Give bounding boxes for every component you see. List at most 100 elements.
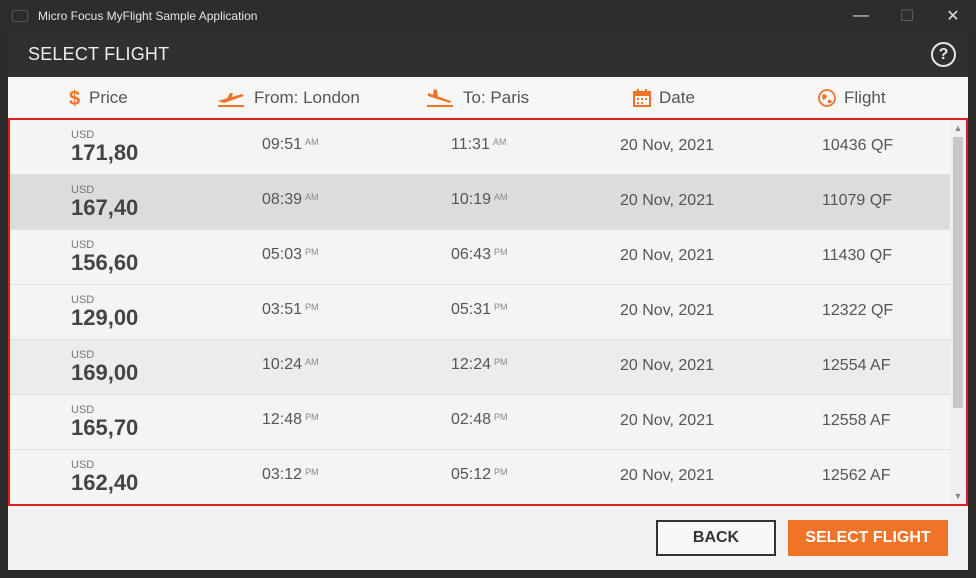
flight-date: 20 Nov, 2021 xyxy=(620,137,714,154)
arrival-time-value: 02:48 xyxy=(451,411,492,428)
scroll-down-icon[interactable]: ▼ xyxy=(950,488,966,504)
dialog-title: SELECT FLIGHT xyxy=(28,44,170,64)
flight-number: 11430 QF xyxy=(822,247,892,264)
column-price: $ Price xyxy=(69,77,128,118)
globe-icon xyxy=(818,88,836,107)
arrival-time-value: 12:24 xyxy=(451,356,492,373)
minimize-button[interactable]: — xyxy=(838,0,884,32)
departure-time-value: 08:39 xyxy=(262,191,303,208)
column-flight: Flight xyxy=(818,77,886,118)
column-from: From: London xyxy=(216,77,360,118)
arrival-time-value: 10:19 xyxy=(451,191,492,208)
flight-row[interactable]: USD 169,00 10:24 AM 12:24 PM 20 Nov, 2021 … xyxy=(10,340,966,395)
column-headers: $ Price From: London To: Paris Date Flig… xyxy=(8,77,968,118)
arrival-ampm: AM xyxy=(492,137,507,147)
departure-time: 05:03 PM xyxy=(262,230,319,285)
plane-landing-icon xyxy=(427,88,453,107)
departure-ampm: PM xyxy=(305,467,319,477)
arrival-time: 05:12 PM xyxy=(451,450,508,504)
flight-date: 20 Nov, 2021 xyxy=(620,247,714,264)
departure-time: 03:51 PM xyxy=(262,285,319,340)
flight-row[interactable]: USD 165,70 12:48 PM 02:48 PM 20 Nov, 2021 … xyxy=(10,395,966,450)
column-flight-label: Flight xyxy=(844,87,886,107)
plane-takeoff-icon xyxy=(218,92,244,107)
maximize-button[interactable]: ☐ xyxy=(884,0,930,32)
column-to-label: To: Paris xyxy=(463,87,530,107)
column-date-label: Date xyxy=(659,87,695,107)
flight-list: USD 171,80 09:51 AM 11:31 AM 20 Nov, 2021 … xyxy=(8,118,968,506)
departure-ampm: PM xyxy=(305,302,319,312)
calendar-icon xyxy=(633,88,651,107)
departure-ampm: AM xyxy=(305,192,319,202)
flight-row[interactable]: USD 129,00 03:51 PM 05:31 PM 20 Nov, 2021 … xyxy=(10,285,966,340)
window-titlebar: Micro Focus MyFlight Sample Application … xyxy=(0,0,976,32)
departure-time: 09:51 AM xyxy=(262,120,319,175)
price-value: 165,70 xyxy=(71,415,139,440)
arrival-ampm: PM xyxy=(494,412,508,422)
departure-time-value: 09:51 xyxy=(262,136,303,153)
departure-time: 12:48 PM xyxy=(262,395,319,450)
list-scrollbar[interactable]: ▲ ▼ xyxy=(950,120,966,504)
arrival-time: 06:43 PM xyxy=(451,230,508,285)
arrival-time: 12:24 PM xyxy=(451,340,508,395)
price-value: 169,00 xyxy=(71,360,139,385)
flight-number: 12558 AF xyxy=(822,412,891,429)
arrival-ampm: PM xyxy=(494,357,508,367)
departure-ampm: PM xyxy=(305,412,319,422)
departure-time: 10:24 AM xyxy=(262,340,319,395)
flight-row[interactable]: USD 171,80 09:51 AM 11:31 AM 20 Nov, 2021 … xyxy=(10,120,966,175)
departure-time: 08:39 AM xyxy=(262,175,319,230)
flight-number: 12322 QF xyxy=(822,302,894,319)
flight-date: 20 Nov, 2021 xyxy=(620,192,714,209)
departure-ampm: AM xyxy=(305,357,319,367)
price-value: 162,40 xyxy=(71,470,139,495)
arrival-ampm: PM xyxy=(494,247,508,257)
arrival-ampm: AM xyxy=(494,192,508,202)
flight-number: 12562 AF xyxy=(822,467,891,484)
app-icon xyxy=(12,10,28,22)
flight-date: 20 Nov, 2021 xyxy=(620,302,714,319)
column-price-label: Price xyxy=(89,87,128,107)
dollar-icon: $ xyxy=(69,88,80,108)
departure-time-value: 03:12 xyxy=(262,466,303,483)
scroll-up-icon[interactable]: ▲ xyxy=(950,120,966,136)
arrival-ampm: PM xyxy=(494,467,508,477)
flight-row[interactable]: USD 162,40 03:12 PM 05:12 PM 20 Nov, 2021 … xyxy=(10,450,966,504)
arrival-time: 11:31 AM xyxy=(451,120,506,175)
flight-date: 20 Nov, 2021 xyxy=(620,357,714,374)
select-flight-dialog: SELECT FLIGHT ? $ Price From: London To:… xyxy=(8,32,968,570)
column-from-label: From: London xyxy=(254,87,360,107)
flight-row[interactable]: USD 156,60 05:03 PM 06:43 PM 20 Nov, 2021 … xyxy=(10,230,966,285)
arrival-time-value: 05:12 xyxy=(451,466,492,483)
price-value: 156,60 xyxy=(71,250,139,275)
dialog-footer: BACK SELECT FLIGHT xyxy=(8,506,968,570)
flight-number: 10436 QF xyxy=(822,137,894,154)
help-button[interactable]: ? xyxy=(931,42,956,67)
dialog-header: SELECT FLIGHT ? xyxy=(8,32,968,77)
departure-time-value: 03:51 xyxy=(262,301,303,318)
departure-time-value: 10:24 xyxy=(262,356,303,373)
arrival-ampm: PM xyxy=(494,302,508,312)
arrival-time: 05:31 PM xyxy=(451,285,508,340)
scrollbar-thumb[interactable] xyxy=(953,137,963,408)
back-button[interactable]: BACK xyxy=(656,520,776,556)
column-to: To: Paris xyxy=(425,77,529,118)
price-value: 167,40 xyxy=(71,195,139,220)
arrival-time-value: 05:31 xyxy=(451,301,492,318)
flight-row[interactable]: USD 167,40 08:39 AM 10:19 AM 20 Nov, 2021 … xyxy=(10,175,966,230)
column-date: Date xyxy=(633,77,695,118)
select-flight-button[interactable]: SELECT FLIGHT xyxy=(788,520,948,556)
close-button[interactable]: ✕ xyxy=(930,0,976,32)
price-value: 129,00 xyxy=(71,305,139,330)
departure-ampm: PM xyxy=(305,247,319,257)
arrival-time-value: 06:43 xyxy=(451,246,492,263)
arrival-time: 10:19 AM xyxy=(451,175,508,230)
flight-date: 20 Nov, 2021 xyxy=(620,412,714,429)
window-controls: — ☐ ✕ xyxy=(838,0,976,32)
departure-ampm: AM xyxy=(305,137,319,147)
flight-number: 11079 QF xyxy=(822,192,892,209)
window-title: Micro Focus MyFlight Sample Application xyxy=(38,9,258,23)
departure-time-value: 12:48 xyxy=(262,411,303,428)
svg-text:$: $ xyxy=(69,88,80,108)
departure-time: 03:12 PM xyxy=(262,450,319,504)
